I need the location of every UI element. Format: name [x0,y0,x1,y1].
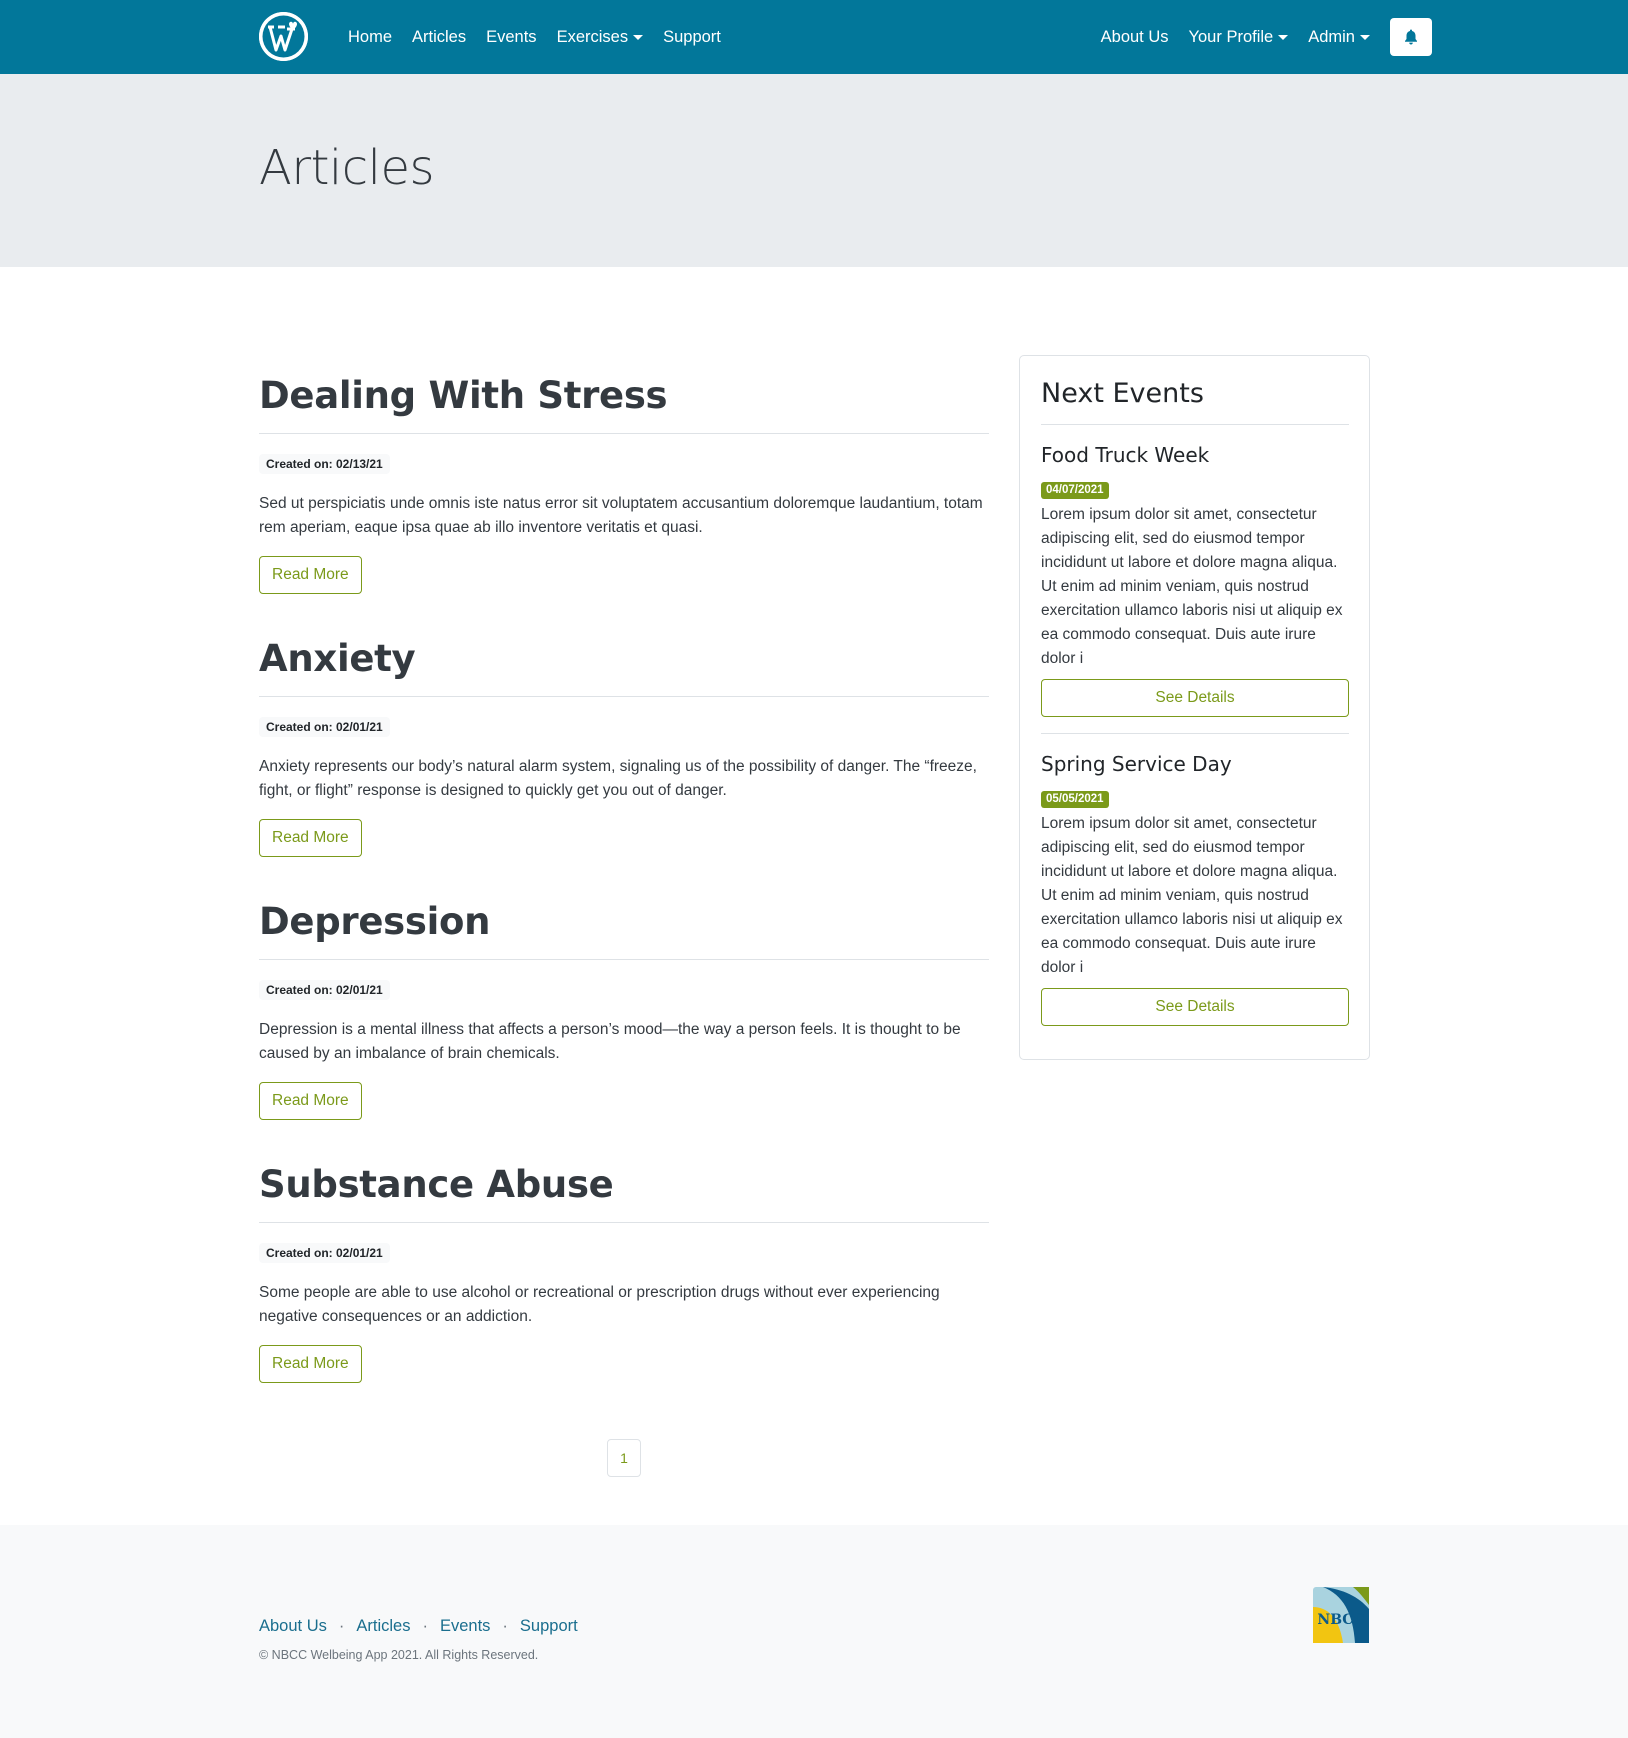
next-events-title: Next Events [1041,378,1349,425]
nav-exercises-dropdown[interactable]: Exercises [557,28,644,47]
article-excerpt: Some people are able to use alcohol or r… [259,1284,940,1325]
notifications-button[interactable] [1390,18,1432,56]
secondary-nav: About Us Your Profile Admin [1101,0,1432,74]
wordpress-logo-icon[interactable] [259,12,308,61]
article-title[interactable]: Anxiety [259,627,989,697]
article-card: Substance Abuse Created on: 02/01/21 Som… [259,1153,989,1416]
read-more-button[interactable]: Read More [259,819,362,857]
article-card: Dealing With Stress Created on: 02/13/21… [259,364,989,627]
top-navbar: Home Articles Events Exercises Support A… [0,0,1628,74]
pagination-page-1[interactable]: 1 [607,1439,641,1477]
footer-links: About Us · Articles · Events · Support [259,1617,578,1636]
footer-link-articles[interactable]: Articles [356,1617,410,1636]
footer-separator: · [422,1617,428,1635]
read-more-button[interactable]: Read More [259,1082,362,1120]
caret-down-icon [633,34,644,40]
event-item: Food Truck Week 04/07/2021 Lorem ipsum d… [1041,443,1349,717]
nav-about-us[interactable]: About Us [1101,28,1169,47]
nbcc-logo-text: NBCC [1317,1612,1365,1628]
event-title: Spring Service Day [1041,752,1232,776]
created-date-badge: Created on: 02/01/21 [259,980,390,1000]
articles-list: Dealing With Stress Created on: 02/13/21… [259,364,989,1416]
primary-nav: Home Articles Events Exercises Support [348,0,741,74]
event-divider [1041,733,1349,734]
created-date-badge: Created on: 02/01/21 [259,717,390,737]
footer: About Us · Articles · Events · Support ©… [0,1525,1628,1738]
caret-down-icon [1278,34,1289,40]
event-title: Food Truck Week [1041,443,1210,467]
created-date-badge: Created on: 02/01/21 [259,1243,390,1263]
caret-down-icon [1360,34,1370,40]
event-date-badge: 05/05/2021 [1041,791,1109,808]
page-title: Articles [259,140,435,196]
footer-link-support[interactable]: Support [520,1617,578,1636]
article-card: Anxiety Created on: 02/01/21 Anxiety rep… [259,627,989,890]
event-description: Lorem ipsum dolor sit amet, consectetur … [1041,815,1343,976]
article-title[interactable]: Dealing With Stress [259,364,989,434]
nav-your-profile-dropdown[interactable]: Your Profile [1189,28,1289,47]
nav-admin-dropdown[interactable]: Admin [1308,28,1370,47]
see-details-button[interactable]: See Details [1041,988,1349,1026]
footer-link-events[interactable]: Events [440,1617,490,1636]
event-description: Lorem ipsum dolor sit amet, consectetur … [1041,506,1343,667]
article-excerpt: Anxiety represents our body’s natural al… [259,758,977,799]
event-date-badge: 04/07/2021 [1041,482,1109,499]
footer-separator: · [502,1617,508,1635]
read-more-button[interactable]: Read More [259,1345,362,1383]
article-title[interactable]: Substance Abuse [259,1153,989,1223]
footer-separator: · [338,1617,345,1635]
article-excerpt: Sed ut perspiciatis unde omnis iste natu… [259,495,983,536]
created-date-badge: Created on: 02/13/21 [259,454,390,474]
article-card: Depression Created on: 02/01/21 Depressi… [259,890,989,1153]
see-details-button[interactable]: See Details [1041,679,1349,717]
copyright-text: © NBCC Welbeing App 2021. All Rights Res… [259,1648,539,1662]
bell-icon [1405,29,1417,45]
footer-link-about-us[interactable]: About Us [259,1617,327,1636]
next-events-card: Next Events Food Truck Week 04/07/2021 L… [1019,355,1370,1060]
nav-events[interactable]: Events [486,28,536,47]
nav-articles[interactable]: Articles [412,28,466,47]
nav-support[interactable]: Support [663,28,721,47]
read-more-button[interactable]: Read More [259,556,362,594]
event-item: Spring Service Day 05/05/2021 Lorem ipsu… [1041,752,1349,1026]
page-header: Articles [0,74,1628,267]
article-title[interactable]: Depression [259,890,989,960]
nav-home[interactable]: Home [348,28,392,47]
article-excerpt: Depression is a mental illness that affe… [259,1021,961,1062]
